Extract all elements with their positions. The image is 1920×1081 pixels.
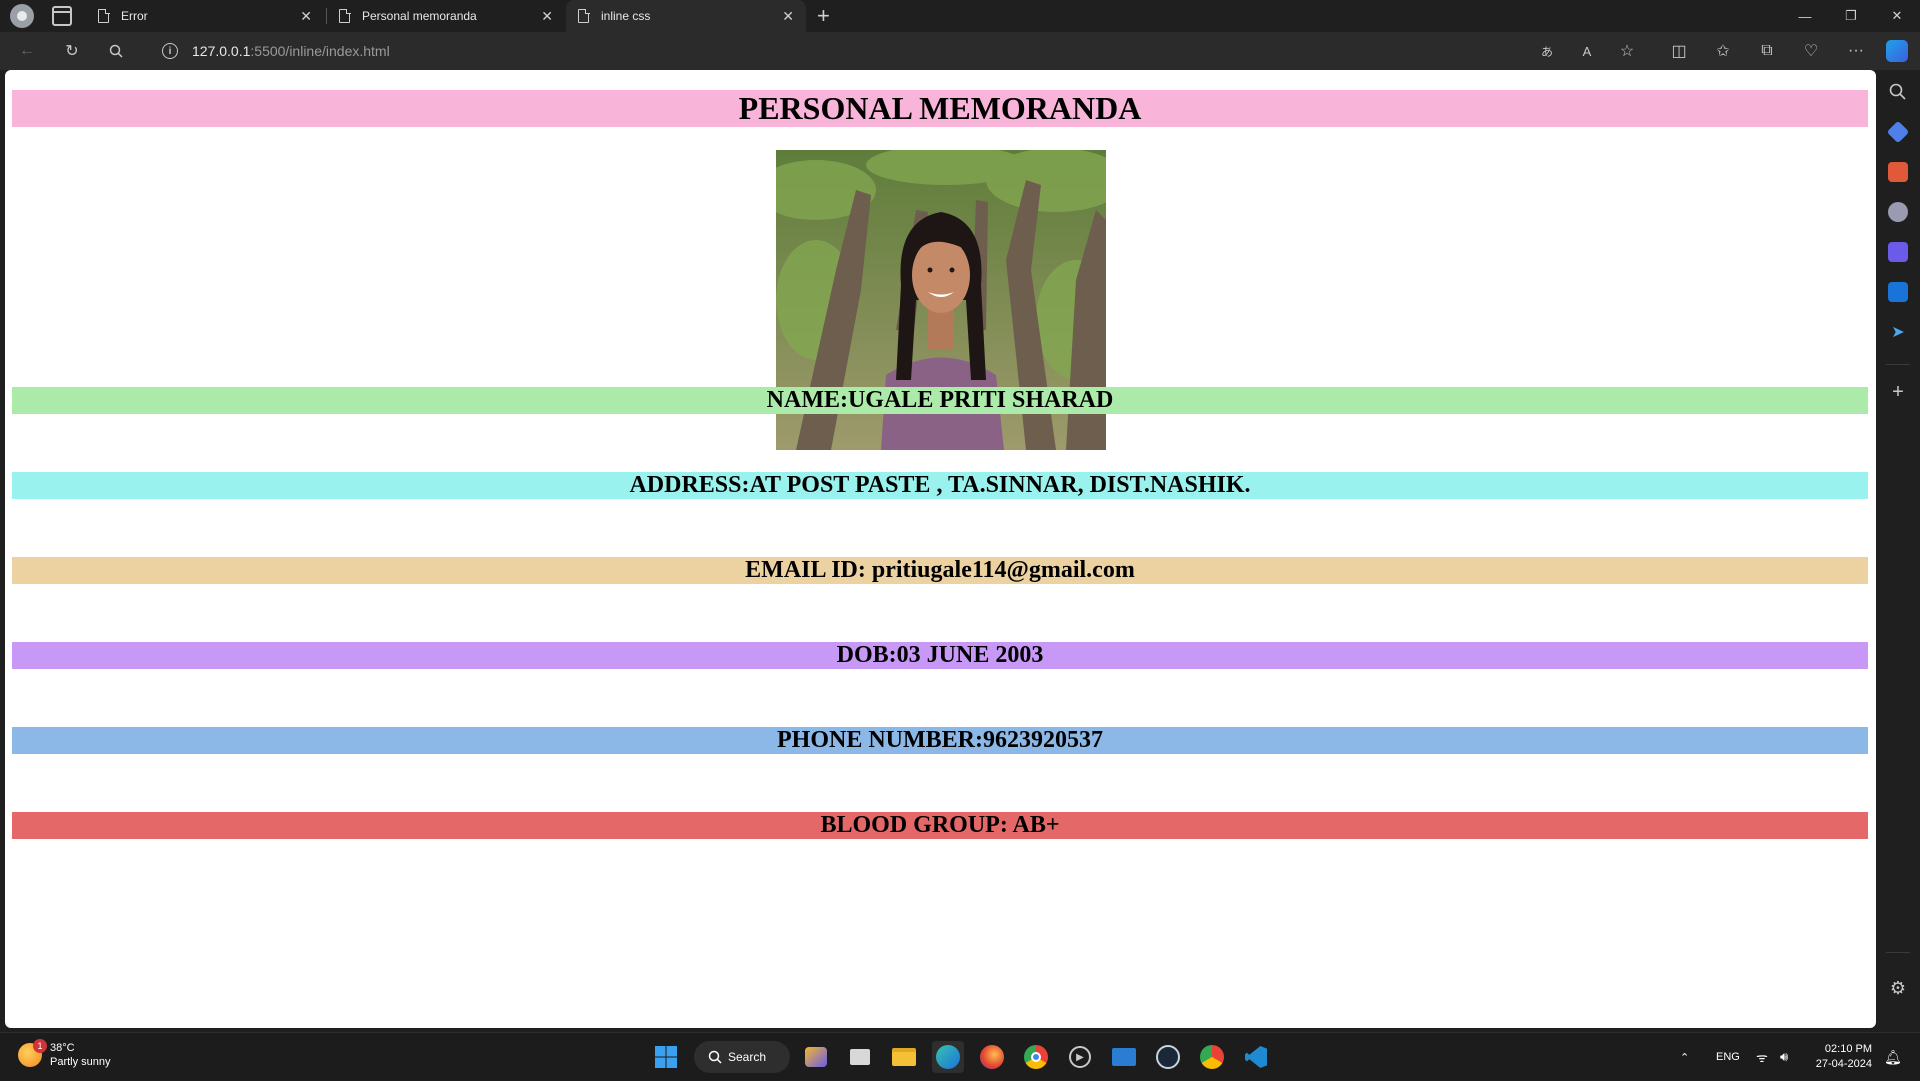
close-tab-icon[interactable]: ✕ [782,8,794,25]
tab-actions-icon[interactable] [52,6,72,26]
page-icon [578,8,590,23]
sidebar-search-icon[interactable] [1888,82,1908,102]
edge-browser-icon[interactable] [932,1041,964,1073]
info-row-address: ADDRESS:AT POST PASTE , TA.SINNAR, DIST.… [12,472,1868,499]
add-sidebar-app-icon[interactable]: + [1888,382,1908,402]
page-icon [339,8,351,23]
notification-bell-icon[interactable]: 🔔︎ [1884,1033,1902,1081]
send-icon[interactable]: ➤ [1888,322,1908,342]
more-menu-icon[interactable]: ··· [1845,40,1867,62]
weather-temperature: 38°C [50,1042,75,1054]
browser-essentials-icon[interactable]: ♡ [1800,40,1822,62]
copilot-app-icon[interactable] [1888,242,1908,262]
tab-title: Error [121,9,148,23]
page-icon [98,8,110,23]
language-indicator[interactable]: ENG [1716,1033,1740,1081]
media-player-icon[interactable]: ▶ [1064,1041,1096,1073]
tools-briefcase-icon[interactable] [1888,162,1908,182]
weather-widget[interactable]: 1 38°C Partly sunny [18,1039,111,1069]
weather-sun-icon: 1 [18,1039,47,1067]
back-icon[interactable]: ← [16,40,38,62]
settings-gear-icon[interactable]: ⚙ [1888,978,1908,998]
firefox-icon[interactable] [976,1041,1008,1073]
info-row-phone: PHONE NUMBER:9623920537 [12,727,1868,754]
search-label: Search [728,1050,767,1064]
mail-icon[interactable] [1108,1041,1140,1073]
tab-inline-css[interactable]: inline css ✕ [566,0,806,32]
profile-avatar-icon[interactable] [10,4,34,28]
close-tab-icon[interactable]: ✕ [541,8,553,25]
tab-title: Personal memoranda [362,9,477,23]
page-viewport: PERSONAL MEMORANDA NAME:UGALE PRITI SHAR… [5,70,1876,1028]
info-row-blood-group: BLOOD GROUP: AB+ [12,812,1868,839]
clock-time: 02:10 PM [1824,1043,1872,1055]
minimize-icon[interactable]: — [1782,0,1828,32]
steam-icon[interactable] [1152,1041,1184,1073]
tab-personal-memoranda[interactable]: Personal memoranda ✕ [327,0,565,32]
restore-icon[interactable]: ❐ [1828,0,1874,32]
weather-description: Partly sunny [50,1056,111,1068]
volume-icon[interactable]: 🔊︎ [1780,1033,1788,1081]
tab-title: inline css [601,9,651,23]
search-icon [708,1050,722,1064]
close-window-icon[interactable]: ✕ [1874,0,1920,32]
info-row-email: EMAIL ID: pritiugale114@gmail.com [12,557,1868,584]
favorite-star-icon[interactable]: ☆ [1616,40,1638,62]
sidebar-divider [1886,364,1910,365]
taskbar-search[interactable]: Search [694,1041,790,1073]
clock-date: 27-04-2024 [1815,1058,1872,1070]
file-explorer-icon[interactable] [888,1041,920,1073]
sidebar-divider [1886,952,1910,953]
task-view-icon[interactable] [844,1041,876,1073]
page-title: PERSONAL MEMORANDA [12,90,1868,127]
collections-icon[interactable]: ⧉ [1756,40,1778,62]
search-icon[interactable] [105,40,127,62]
notification-badge: 1 [33,1039,47,1053]
outlook-icon[interactable] [1888,282,1908,302]
widgets-app-icon[interactable] [800,1041,832,1073]
site-info-icon[interactable]: i [162,43,178,59]
info-row-dob: DOB:03 JUNE 2003 [12,642,1868,669]
refresh-icon[interactable]: ↻ [61,40,83,62]
tab-error[interactable]: Error ✕ [86,0,324,32]
info-row-name: NAME:UGALE PRITI SHARAD [12,387,1868,414]
new-tab-icon[interactable]: + [817,3,830,29]
start-windows-icon[interactable] [650,1041,682,1073]
translate-icon[interactable]: あ [1536,40,1558,62]
copilot-icon[interactable] [1886,40,1908,62]
edge-sidebar: ➤ + ⚙ [1876,70,1920,1028]
read-aloud-icon[interactable]: A [1576,40,1598,62]
games-icon[interactable] [1888,202,1908,222]
split-screen-icon[interactable]: ◫ [1668,40,1690,62]
wifi-icon[interactable]: ᯤ [1756,1033,1768,1081]
browser-tab-bar: Error ✕ Personal memoranda ✕ inline css … [0,0,1920,32]
chrome-icon[interactable] [1020,1041,1052,1073]
chrome-profile-icon[interactable] [1196,1041,1228,1073]
browser-toolbar: ← ↻ i 127.0.0.1:5500/inline/index.html あ… [0,32,1920,70]
show-hidden-icons-icon[interactable]: ⌃ [1680,1033,1689,1081]
shopping-tag-icon[interactable] [1886,120,1910,144]
close-tab-icon[interactable]: ✕ [300,8,312,25]
url-text: 127.0.0.1:5500/inline/index.html [192,43,390,59]
vscode-icon[interactable] [1240,1041,1272,1073]
address-bar[interactable]: i 127.0.0.1:5500/inline/index.html [146,36,1646,66]
windows-taskbar: 1 38°C Partly sunny Search ▶ ⌃ ENG ᯤ 🔊︎ … [0,1032,1920,1080]
favorites-icon[interactable]: ✩ [1712,40,1734,62]
system-clock[interactable]: 02:10 PM 27-04-2024 [1808,1042,1872,1072]
